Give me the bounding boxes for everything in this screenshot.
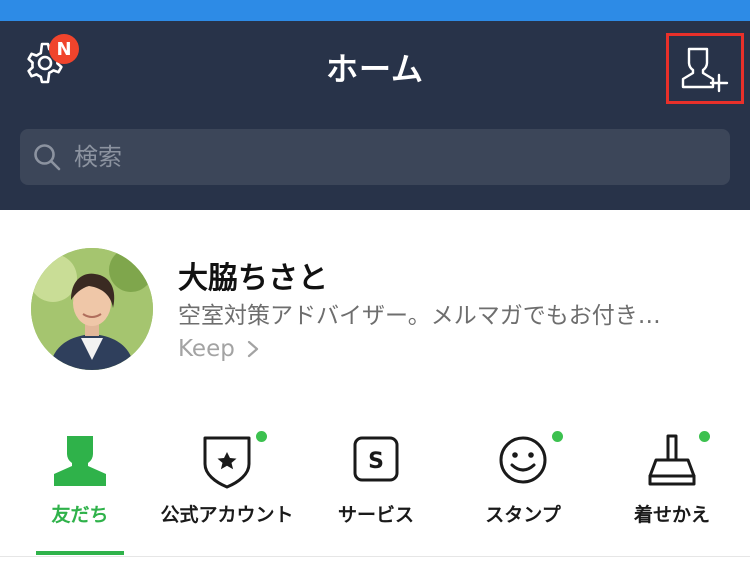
tab-stickers[interactable]: スタンプ [448,420,598,557]
divider [0,556,750,557]
profile-status-message: 空室対策アドバイザー。メルマガでもお付き… [178,303,661,329]
services-icon: S [346,432,406,490]
new-dot [552,431,563,442]
tab-label: 着せかえ [633,504,710,526]
tab-themes[interactable]: 着せかえ [597,420,747,557]
profile-section[interactable]: 大脇ちさと 空室対策アドバイザー。メルマガでもお付き… Keep [0,210,750,400]
page-title: ホーム [325,50,425,88]
chevron-right-icon [247,340,258,358]
search-bar[interactable] [20,129,730,185]
tab-label: 友だち [51,504,109,526]
tab-label: サービス [337,504,414,526]
new-dot [256,431,267,442]
profile-name: 大脇ちさと [178,261,328,296]
tab-services[interactable]: S サービス [301,420,451,557]
avatar[interactable] [31,248,153,370]
add-friend-icon [681,47,729,92]
tab-label: 公式アカウント [160,504,294,526]
tab-official-accounts[interactable]: 公式アカウント [152,420,302,557]
keep-link[interactable]: Keep [178,336,261,362]
tab-label: スタンプ [485,504,561,526]
smiley-icon [493,432,553,490]
search-input[interactable] [74,129,714,185]
search-icon [34,144,61,171]
active-tab-indicator [36,551,124,555]
home-tab-bar: 友だち 公式アカウント S サービス スタンプ 着せかえ [0,420,750,557]
paint-brush-icon [642,432,702,490]
keep-label: Keep [178,336,235,362]
official-account-icon [197,432,257,490]
new-dot [699,431,710,442]
svg-text:S: S [368,449,384,474]
friends-icon [50,432,110,490]
status-bar-strip [0,0,750,21]
add-friend-button[interactable] [666,33,744,104]
profile-photo [31,248,153,370]
tab-friends[interactable]: 友だち [5,420,155,557]
